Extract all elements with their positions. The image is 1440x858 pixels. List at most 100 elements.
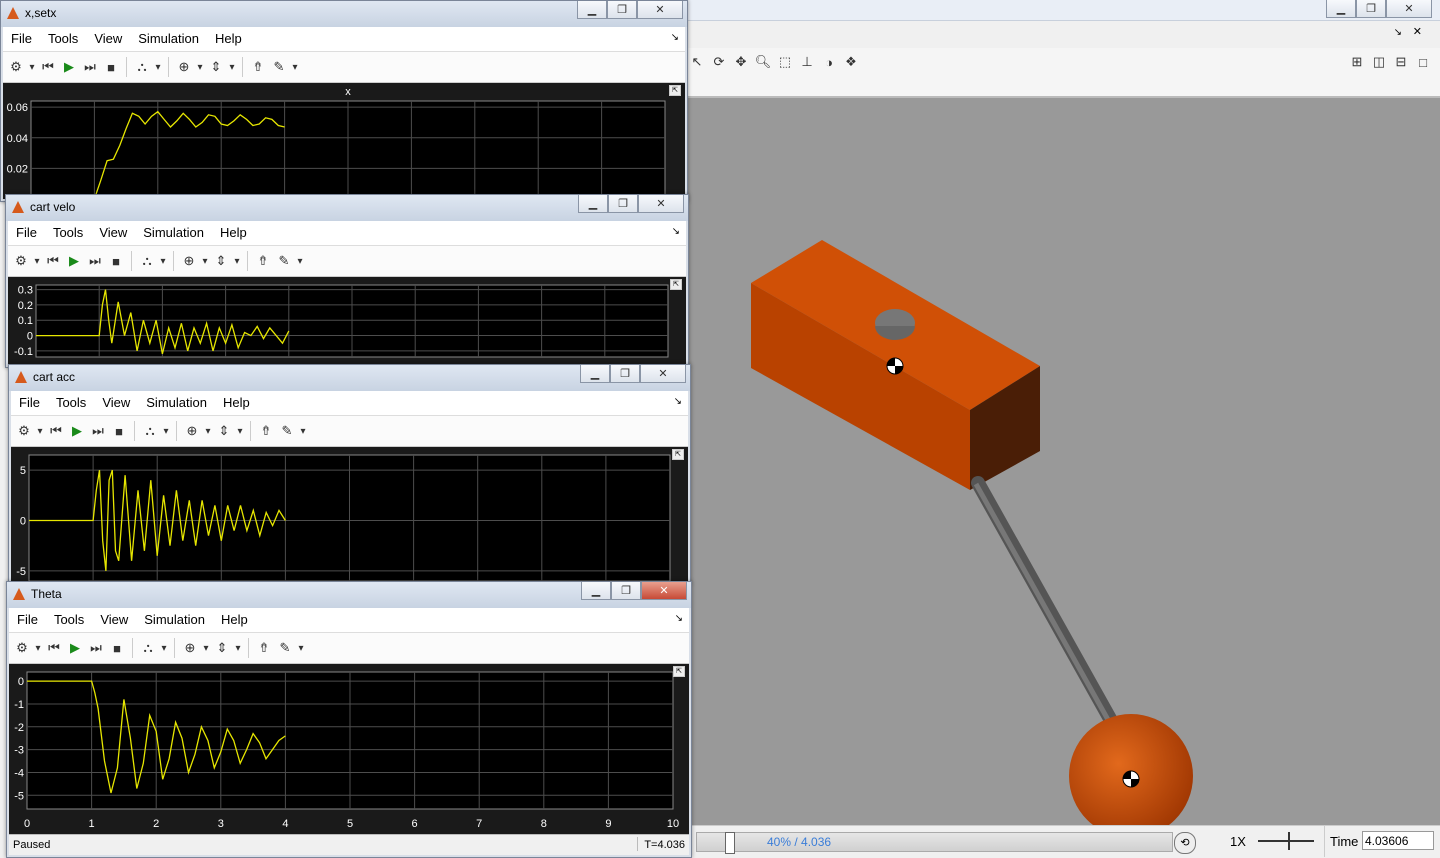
- expand-legend-icon[interactable]: ⇱: [672, 449, 684, 460]
- chevron-down-icon[interactable]: ▾: [160, 639, 168, 657]
- maximize-button[interactable]: ❐: [608, 195, 638, 213]
- stop-icon[interactable]: ■: [107, 252, 125, 270]
- trigger-icon[interactable]: ⇮: [249, 58, 267, 76]
- chevron-down-icon[interactable]: ▾: [234, 639, 242, 657]
- stop-icon[interactable]: ■: [102, 58, 120, 76]
- menu-view[interactable]: View: [94, 391, 138, 410]
- fit-y-icon[interactable]: ⇕: [213, 639, 231, 657]
- pin-icon[interactable]: ↘: [674, 396, 682, 407]
- gear-icon[interactable]: ⚙: [7, 58, 25, 76]
- maximize-button[interactable]: ❐: [607, 1, 637, 19]
- run-icon[interactable]: ▶: [66, 639, 84, 657]
- step-forward-icon[interactable]: ⏭: [86, 252, 104, 270]
- maximize-button[interactable]: ❐: [611, 582, 641, 600]
- step-back-icon[interactable]: ⏮: [44, 252, 62, 270]
- zoom-icon[interactable]: 🔍︎: [754, 53, 772, 71]
- pin-icon[interactable]: ↘: [672, 226, 680, 237]
- run-icon[interactable]: ▶: [68, 422, 86, 440]
- measurements-icon[interactable]: ✎: [278, 422, 296, 440]
- plot-area[interactable]: 5 0 -5 ⇱: [11, 447, 688, 581]
- chevron-down-icon[interactable]: ▾: [36, 422, 44, 440]
- run-icon[interactable]: ▶: [60, 58, 78, 76]
- loop-button[interactable]: ⟲: [1174, 832, 1196, 854]
- plot-area[interactable]: 0 -1 -2 -3 -4 -5 0 1 2 3 4 5 6 7 8 9 10 ⇱: [9, 664, 689, 835]
- menu-simulation[interactable]: Simulation: [135, 221, 212, 240]
- fit-y-icon[interactable]: ⇕: [207, 58, 225, 76]
- chevron-down-icon[interactable]: ▾: [33, 252, 41, 270]
- menu-simulation[interactable]: Simulation: [130, 27, 207, 46]
- step-back-icon[interactable]: ⏮: [39, 58, 57, 76]
- highlight-icon[interactable]: ⛬: [141, 422, 159, 440]
- minimize-button[interactable]: ▁: [1326, 0, 1356, 18]
- horizontal-split-icon[interactable]: ⊟: [1392, 53, 1410, 71]
- menu-simulation[interactable]: Simulation: [138, 391, 215, 410]
- menu-simulation[interactable]: Simulation: [136, 608, 213, 627]
- menu-help[interactable]: Help: [207, 27, 250, 46]
- expand-legend-icon[interactable]: ⇱: [669, 85, 681, 96]
- chevron-down-icon[interactable]: ▾: [236, 422, 244, 440]
- chevron-down-icon[interactable]: ▾: [196, 58, 204, 76]
- zoom-in-icon[interactable]: ⊕: [175, 58, 193, 76]
- menu-tools[interactable]: Tools: [45, 221, 91, 240]
- menu-help[interactable]: Help: [215, 391, 258, 410]
- trigger-icon[interactable]: ⇮: [257, 422, 275, 440]
- frames-icon[interactable]: ⊥: [798, 53, 816, 71]
- trigger-icon[interactable]: ⇮: [254, 252, 272, 270]
- measurements-icon[interactable]: ✎: [276, 639, 294, 657]
- highlight-icon[interactable]: ⛬: [133, 58, 151, 76]
- plot-area[interactable]: 0.06 0.04 0.02 x ⇱: [3, 83, 685, 199]
- center-of-mass-icon[interactable]: ◑: [820, 53, 838, 71]
- chevron-down-icon[interactable]: ▾: [28, 58, 36, 76]
- fit-y-icon[interactable]: ⇕: [212, 252, 230, 270]
- pin-icon[interactable]: ↘: [1394, 27, 1402, 38]
- four-view-icon[interactable]: ⊞: [1348, 53, 1366, 71]
- fit-y-icon[interactable]: ⇕: [215, 422, 233, 440]
- close-icon[interactable]: ✕: [1413, 25, 1422, 38]
- measurements-icon[interactable]: ✎: [275, 252, 293, 270]
- menu-file[interactable]: File: [8, 221, 45, 240]
- 3d-viewport[interactable]: [688, 98, 1440, 825]
- joints-icon[interactable]: ❖: [842, 53, 860, 71]
- expand-legend-icon[interactable]: ⇱: [673, 666, 685, 677]
- menu-view[interactable]: View: [86, 27, 130, 46]
- stop-icon[interactable]: ■: [108, 639, 126, 657]
- step-back-icon[interactable]: ⏮: [47, 422, 65, 440]
- zoom-in-icon[interactable]: ⊕: [180, 252, 198, 270]
- chevron-down-icon[interactable]: ▾: [297, 639, 305, 657]
- menu-help[interactable]: Help: [212, 221, 255, 240]
- chevron-down-icon[interactable]: ▾: [34, 639, 42, 657]
- playback-slider-thumb[interactable]: [725, 832, 735, 854]
- maximize-button[interactable]: ❐: [1356, 0, 1386, 18]
- gear-icon[interactable]: ⚙: [15, 422, 33, 440]
- chevron-down-icon[interactable]: ▾: [233, 252, 241, 270]
- menu-view[interactable]: View: [91, 221, 135, 240]
- pin-icon[interactable]: ↘: [675, 613, 683, 624]
- minimize-button[interactable]: ▁: [581, 582, 611, 600]
- menu-tools[interactable]: Tools: [48, 391, 94, 410]
- step-forward-icon[interactable]: ⏭: [81, 58, 99, 76]
- menu-view[interactable]: View: [92, 608, 136, 627]
- minimize-button[interactable]: ▁: [577, 1, 607, 19]
- highlight-icon[interactable]: ⛬: [138, 252, 156, 270]
- menu-file[interactable]: File: [3, 27, 40, 46]
- zoom-in-icon[interactable]: ⊕: [183, 422, 201, 440]
- close-button[interactable]: ✕: [638, 195, 684, 213]
- trigger-icon[interactable]: ⇮: [255, 639, 273, 657]
- chevron-down-icon[interactable]: ▾: [154, 58, 162, 76]
- close-button[interactable]: ✕: [641, 582, 687, 600]
- select-icon[interactable]: ↖: [688, 53, 706, 71]
- zoom-box-icon[interactable]: ⬚: [776, 53, 794, 71]
- single-view-icon[interactable]: □: [1414, 53, 1432, 71]
- step-forward-icon[interactable]: ⏭: [87, 639, 105, 657]
- pin-icon[interactable]: ↘: [671, 32, 679, 43]
- playback-slider[interactable]: 40% / 4.036: [696, 832, 1173, 854]
- step-back-icon[interactable]: ⏮: [45, 639, 63, 657]
- chevron-down-icon[interactable]: ▾: [201, 252, 209, 270]
- plot-area[interactable]: 0.3 0.2 0.1 0 -0.1 ⇱: [8, 277, 686, 365]
- chevron-down-icon[interactable]: ▾: [296, 252, 304, 270]
- chevron-down-icon[interactable]: ▾: [204, 422, 212, 440]
- maximize-button[interactable]: ❐: [610, 365, 640, 383]
- time-field[interactable]: [1362, 831, 1434, 850]
- chevron-down-icon[interactable]: ▾: [291, 58, 299, 76]
- close-button[interactable]: ✕: [1386, 0, 1432, 18]
